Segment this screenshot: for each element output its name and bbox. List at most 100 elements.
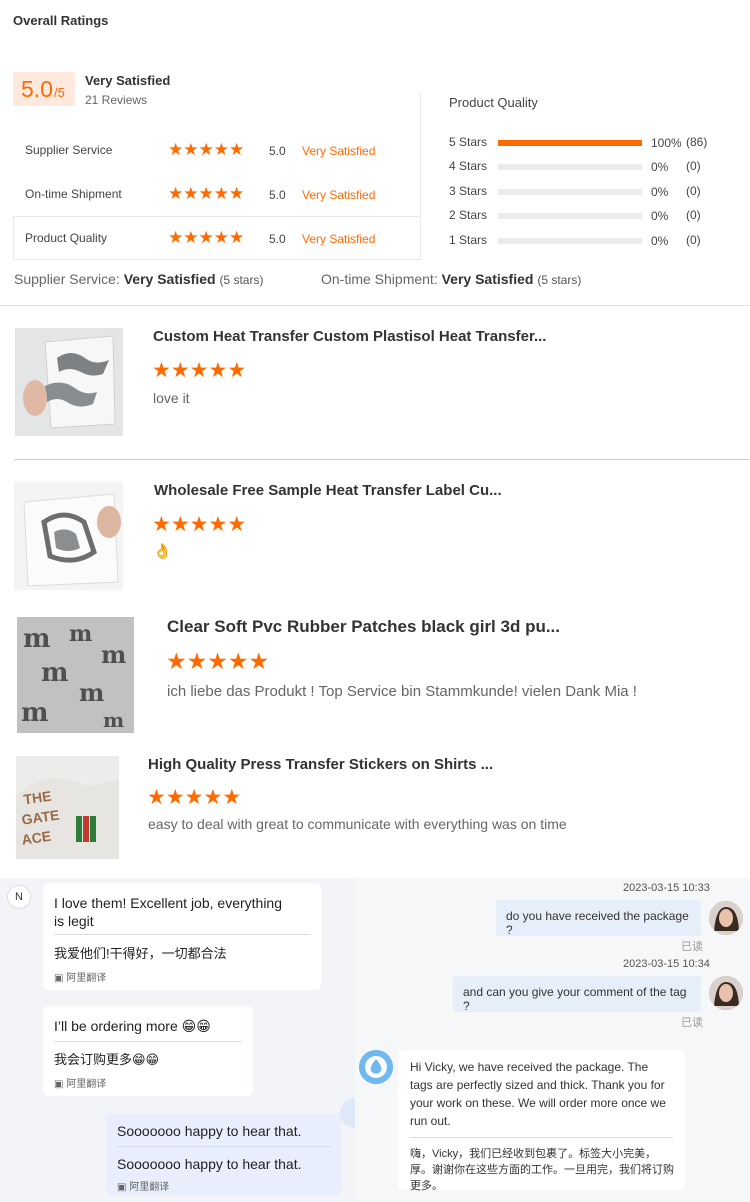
star-icon: ★ <box>184 786 204 809</box>
ontime-shipment-summary: On-time Shipment: Very Satisfied (5 star… <box>321 271 581 287</box>
star-icon: ★ <box>213 228 229 247</box>
droplet-avatar-icon <box>359 1050 393 1084</box>
product-title[interactable]: Clear Soft Pvc Rubber Patches black girl… <box>167 617 560 637</box>
product-title[interactable]: High Quality Press Transfer Stickers on … <box>148 756 493 773</box>
ontime-shipment-value: Very Satisfied <box>441 271 534 287</box>
product-comment: 👌 <box>153 543 172 560</box>
star-icon: ★ <box>208 513 228 536</box>
distribution-label: 5 Stars <box>449 135 488 149</box>
translate-label-text: 阿里翻译 <box>66 973 107 984</box>
star-icon: ★ <box>213 184 229 203</box>
translate-label[interactable]: ▣ 阿里翻译 <box>54 969 106 984</box>
rating-row-score: 5.0 <box>269 188 286 202</box>
product-title[interactable]: Wholesale Free Sample Heat Transfer Labe… <box>154 482 502 499</box>
product-rating-stars: ★★★★★ <box>152 512 246 537</box>
star-icon: ★ <box>183 140 199 159</box>
rating-stars: ★★★★★ <box>168 140 244 160</box>
chat-bubble-outgoing: Sooooooo happy to hear that. Sooooooo ha… <box>106 1113 342 1195</box>
distribution-bar <box>498 213 642 219</box>
svg-text:m: m <box>103 708 124 732</box>
translate-icon: ▣ <box>117 1182 127 1193</box>
pvc-patches-icon: m m m m m m m <box>17 617 134 733</box>
translate-label-text: 阿里翻译 <box>66 1079 107 1090</box>
agent-avatar <box>709 901 743 935</box>
svg-text:m: m <box>41 658 69 688</box>
distribution-bar <box>498 189 642 195</box>
chat-message-outgoing: do you have received the package ? <box>496 900 701 937</box>
star-icon: ★ <box>198 184 214 203</box>
chat-message-text: I’ll be ordering more 😁😁 <box>54 1018 211 1034</box>
star-icon: ★ <box>168 184 184 203</box>
message-timestamp: 2023-03-15 10:34 <box>623 958 710 970</box>
distribution-count: (0) <box>686 159 701 173</box>
product-divider <box>14 459 750 460</box>
supplier-service-summary: Supplier Service: Very Satisfied (5 star… <box>14 271 263 287</box>
translate-label[interactable]: ▣ 阿里翻译 <box>117 1178 169 1193</box>
star-icon: ★ <box>152 513 171 536</box>
distribution-pct: 100% <box>651 136 682 150</box>
star-icon: ★ <box>248 648 270 674</box>
star-icon: ★ <box>229 140 245 159</box>
supplier-service-value: Very Satisfied <box>123 271 216 287</box>
star-icon: ★ <box>170 513 190 536</box>
distribution-label: 4 Stars <box>449 159 488 173</box>
distribution-label: 1 Stars <box>449 233 488 247</box>
product-thumbnail[interactable]: THE GATE ACE <box>16 756 119 859</box>
chat-bubble-incoming: I’ll be ordering more 😁😁 我会订购更多😁😁 ▣ 阿里翻译 <box>43 1006 253 1096</box>
translation-divider <box>54 934 310 935</box>
read-status: 已读 <box>681 941 703 953</box>
star-icon: ★ <box>147 786 166 809</box>
agent-avatar <box>709 976 743 1010</box>
svg-text:m: m <box>101 640 126 669</box>
distribution-bar-fill <box>498 140 642 146</box>
chat-message-translation: 我会订购更多😁😁 <box>54 1052 160 1067</box>
rating-stars: ★★★★★ <box>168 228 244 248</box>
distribution-title: Product Quality <box>449 95 538 110</box>
distribution-pct: 0% <box>651 234 669 248</box>
chat-message-translation: 我爱他们!干得好，一切都合法 <box>54 946 227 961</box>
distribution-count: (0) <box>686 233 701 247</box>
chat-message-outgoing: and can you give your comment of the tag… <box>453 976 701 1013</box>
ratings-divider <box>420 92 421 259</box>
rating-row-text: Very Satisfied <box>302 232 376 246</box>
star-icon: ★ <box>203 786 223 809</box>
product-thumbnail[interactable] <box>14 482 123 590</box>
svg-text:m: m <box>79 678 104 707</box>
svg-text:m: m <box>69 621 92 647</box>
product-rating-stars: ★★★★★ <box>152 358 246 383</box>
product-rating-stars: ★★★★★ <box>166 648 269 675</box>
rating-row-label: On-time Shipment <box>25 187 122 201</box>
rating-row-label: Supplier Service <box>25 143 113 157</box>
translate-label[interactable]: ▣ 阿里翻译 <box>54 1075 106 1090</box>
star-icon: ★ <box>222 786 242 809</box>
ontime-shipment-stars: (5 stars) <box>537 273 582 287</box>
distribution-pct: 0% <box>651 185 669 199</box>
section-divider <box>0 305 750 306</box>
product-thumbnail[interactable] <box>15 328 123 436</box>
customer-avatar: N <box>7 885 31 909</box>
star-icon: ★ <box>168 140 184 159</box>
read-status: 已读 <box>681 1017 703 1029</box>
reviews-count: 21 Reviews <box>85 93 148 107</box>
rating-row-text: Very Satisfied <box>302 144 376 158</box>
rating-stars: ★★★★★ <box>168 184 244 204</box>
distribution-count: (86) <box>686 135 708 149</box>
rating-row-label: Product Quality <box>25 231 108 245</box>
woman-avatar-icon <box>709 901 743 935</box>
translation-divider <box>410 1137 673 1138</box>
product-comment: easy to deal with great to communicate w… <box>148 816 567 832</box>
star-icon: ★ <box>168 228 184 247</box>
woman-avatar-icon <box>709 976 743 1010</box>
ontime-shipment-label: On-time Shipment: <box>321 271 438 287</box>
supplier-service-label: Supplier Service: <box>14 271 120 287</box>
star-icon: ★ <box>186 648 208 674</box>
overall-score: 5.0 <box>21 76 53 102</box>
product-thumbnail[interactable]: m m m m m m m <box>17 617 134 733</box>
product-title[interactable]: Custom Heat Transfer Custom Plastisol He… <box>153 328 546 345</box>
star-icon: ★ <box>208 359 228 382</box>
supplier-service-stars: (5 stars) <box>219 273 264 287</box>
product-rating-stars: ★★★★★ <box>147 785 241 810</box>
product-comment: love it <box>153 390 190 406</box>
star-icon: ★ <box>183 184 199 203</box>
overall-score-badge: 5.0 /5 <box>13 72 75 106</box>
